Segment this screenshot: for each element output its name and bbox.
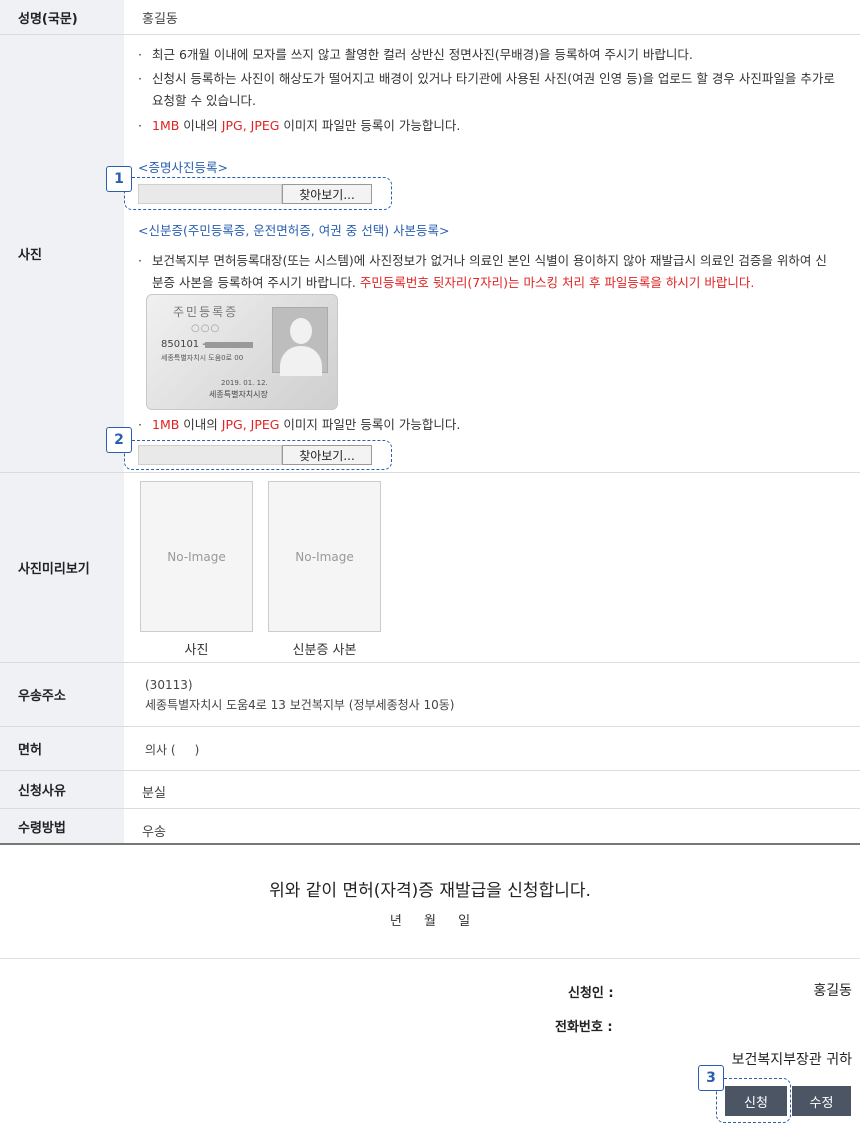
reason-row: 신청사유 분실 (0, 771, 860, 809)
address-row: 우송주소 (30113) 세종특별자치시 도움4로 13 보건복지부 (정부세종… (0, 663, 860, 727)
receive-method-row: 수령방법 우송 (0, 809, 860, 845)
date-line: 년 월 일 (389, 914, 471, 929)
id-copy-preview-caption: 신분증 사본 (292, 643, 357, 658)
id-card-sample-image: 주민등록증 ○○○ 850101 - 세종특별자치시 도움0로 00 2019.… (146, 294, 338, 410)
applicant-value: 홍길동 (813, 983, 852, 999)
person-silhouette-icon (272, 307, 328, 376)
id-copy-browse-button[interactable]: 찾아보기... (282, 445, 372, 465)
id-copy-title: <신분증(주민등록증, 운전면허증, 여권 중 선택) 사본등록> (138, 223, 450, 238)
photo-guide-2-cont: 요청할 수 있습니다. (152, 93, 256, 108)
divider (0, 958, 860, 959)
declaration-statement: 위와 같이 면허(자격)증 재발급을 신청합니다. (269, 881, 591, 901)
preview-label: 사진미리보기 (0, 473, 124, 662)
id-photo-browse-button[interactable]: 찾아보기... (282, 184, 372, 204)
edit-button[interactable]: 수정 (792, 1086, 851, 1116)
license-row: 면허 의사 ( ) (0, 727, 860, 771)
id-copy-preview: No-Image (268, 481, 381, 632)
id-copy-file-path[interactable] (138, 445, 282, 465)
id-copy-file-input: 찾아보기... (138, 443, 372, 467)
photo-label: 사진 (0, 35, 124, 472)
name-value: 홍길동 (142, 12, 178, 27)
applicant-label: 신청인 : (568, 986, 614, 1001)
preview-row: 사진미리보기 No-Image 사진 No-Image 신분증 사본 (0, 473, 860, 663)
license-label: 면허 (0, 727, 124, 770)
addressee: 보건복지부장관 귀하 (731, 1052, 852, 1068)
address-zip: (30113) (145, 678, 193, 692)
id-copy-size-note: · 1MB 이내의 JPG, JPEG 이미지 파일만 등록이 가능합니다. (138, 417, 461, 432)
id-copy-guide-1: · 보건복지부 면허등록대장(또는 시스템)에 사진정보가 없거나 의료인 본인 … (138, 253, 827, 268)
id-photo-file-input: 찾아보기... (138, 182, 372, 206)
name-label: 성명(국문) (0, 0, 124, 34)
photo-preview-caption: 사진 (184, 643, 209, 658)
photo-guide-1: · 최근 6개월 이내에 모자를 쓰지 않고 촬영한 컬러 상반신 정면사진(무배… (138, 47, 693, 62)
photo-preview: No-Image (140, 481, 253, 632)
receive-method-value: 우송 (142, 825, 166, 840)
masked-number (205, 342, 253, 348)
reason-label: 신청사유 (0, 771, 124, 808)
id-photo-title: <증명사진등록> (138, 160, 228, 175)
apply-button[interactable]: 신청 (725, 1086, 787, 1116)
callout-1-badge: 1 (106, 166, 132, 192)
callout-3-badge: 3 (698, 1065, 724, 1091)
id-photo-file-path[interactable] (138, 184, 282, 204)
address-line: 세종특별자치시 도움4로 13 보건복지부 (정부세종청사 10동) (145, 698, 455, 712)
phone-label: 전화번호 : (555, 1020, 613, 1035)
photo-size-note: · 1MB 이내의 JPG, JPEG 이미지 파일만 등록이 가능합니다. (138, 118, 461, 133)
name-row: 성명(국문) 홍길동 (0, 0, 860, 35)
callout-2-badge: 2 (106, 427, 132, 453)
address-label: 우송주소 (0, 663, 124, 726)
license-value: 의사 ( ) (145, 743, 200, 757)
id-copy-guide-2: 분증 사본을 등록하여 주시기 바랍니다. 주민등록번호 뒷자리(7자리)는 마… (152, 275, 755, 290)
photo-guide-2: · 신청시 등록하는 사진이 해상도가 떨어지고 배경이 있거나 타기관에 사용된… (138, 71, 835, 86)
receive-method-label: 수령방법 (0, 809, 124, 843)
reason-value: 분실 (142, 786, 166, 801)
photo-row: 사진 · 최근 6개월 이내에 모자를 쓰지 않고 촬영한 컬러 상반신 정면사진… (0, 35, 860, 473)
